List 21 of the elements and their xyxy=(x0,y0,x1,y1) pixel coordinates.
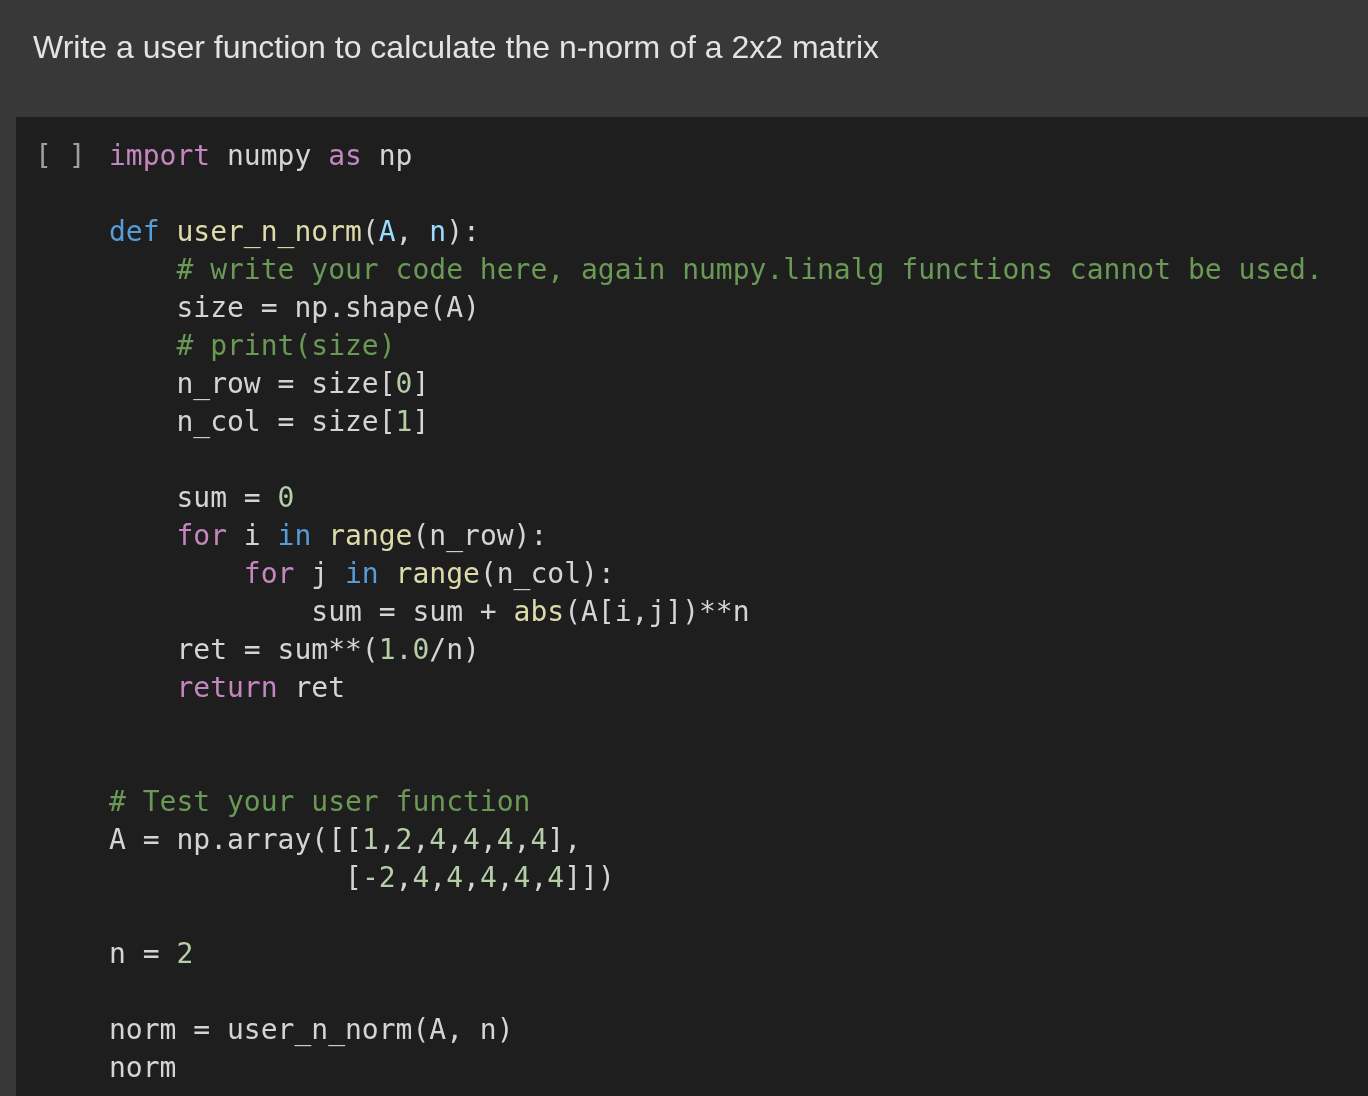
code-line: n = 2 xyxy=(109,936,194,972)
code-line: import numpy as np xyxy=(109,138,413,174)
code-line: norm = user_n_norm(A, n) xyxy=(109,1012,514,1048)
code-line: A = np.array([[1,2,4,4,4,4], xyxy=(109,822,582,858)
code-line: n_col = size[1] xyxy=(175,404,430,440)
code-line: # print(size) xyxy=(175,328,396,364)
code-line: ret = sum**(1.0/n) xyxy=(175,632,480,668)
code-line: # Test your user function xyxy=(109,784,531,820)
code-line: # write your code here, again numpy.linalg functions cannot be used. xyxy=(175,252,1323,288)
code-line: return ret xyxy=(175,670,345,706)
code-line: norm xyxy=(109,1050,177,1086)
code-line: for j in range(n_col): xyxy=(242,556,615,592)
code-line: def user_n_norm(A, n): xyxy=(109,214,480,250)
heading-text: Write a user function to calculate the n-norm of a 2x2 matrix xyxy=(33,28,879,66)
code-line: [-2,4,4,4,4,4]]) xyxy=(344,860,615,896)
code-line: n_row = size[0] xyxy=(175,366,430,402)
code-line: sum = 0 xyxy=(175,480,295,516)
run-cell-button[interactable]: [ ] xyxy=(35,137,86,175)
code-line: for i in range(n_row): xyxy=(175,518,548,554)
code-line: sum = sum + abs(A[i,j])**n xyxy=(310,594,750,630)
code-line: size = np.shape(A) xyxy=(175,290,480,326)
